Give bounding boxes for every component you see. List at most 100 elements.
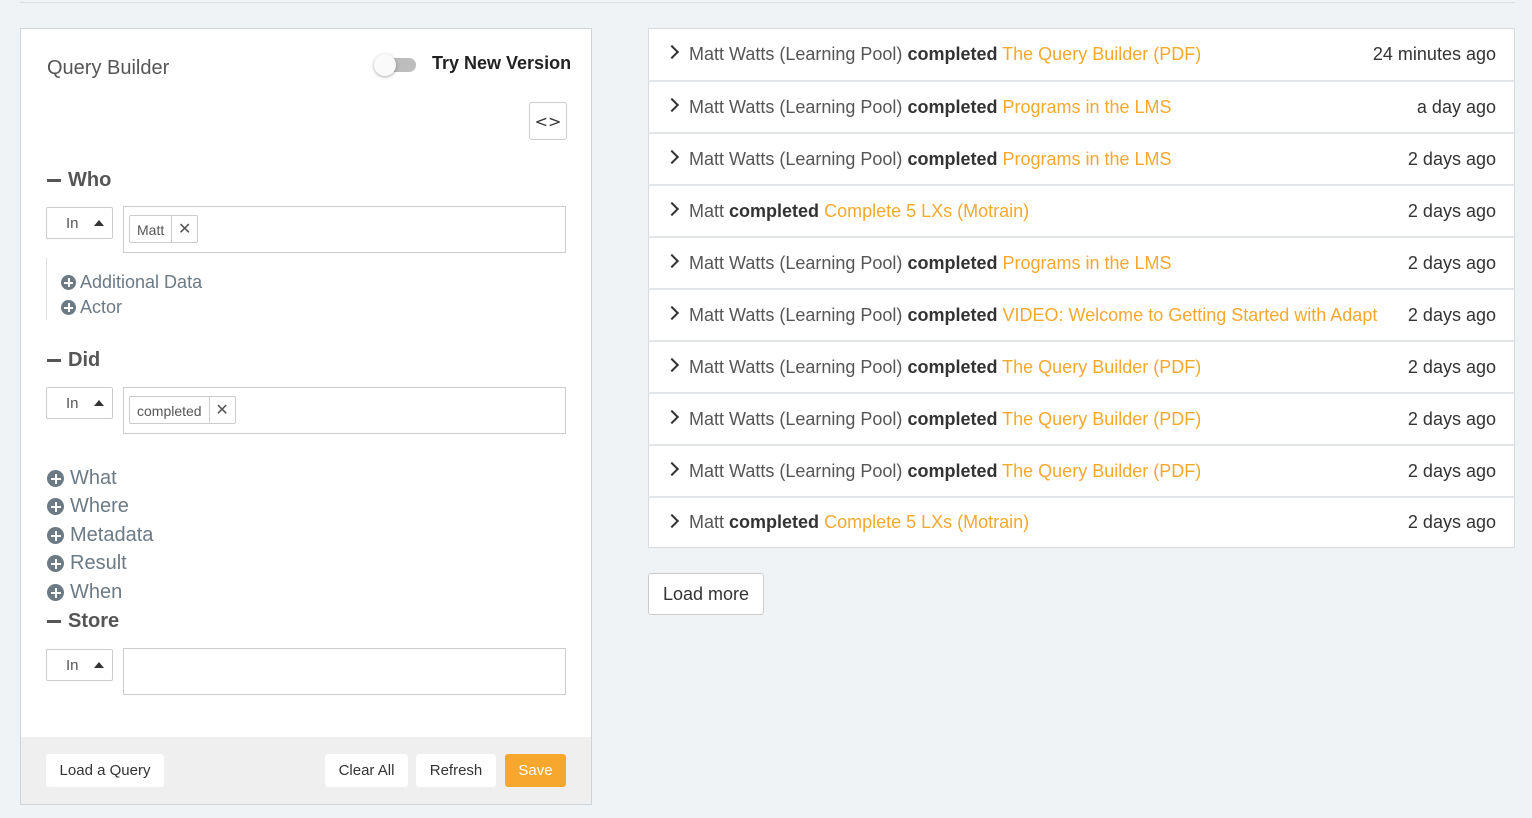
- statement-text: Matt Watts (Learning Pool) completed Pro…: [689, 97, 1172, 118]
- statement-row[interactable]: Matt Watts (Learning Pool) completed Pro…: [648, 132, 1515, 184]
- metadata-label: Metadata: [70, 524, 154, 546]
- add-when-section[interactable]: When: [47, 581, 122, 604]
- add-actor-label: Actor: [80, 297, 123, 317]
- did-tag-input[interactable]: completed ✕: [123, 387, 566, 434]
- add-actor[interactable]: Actor: [61, 297, 122, 318]
- plus-circle-icon: [47, 584, 64, 601]
- store-section-header[interactable]: Store: [47, 610, 119, 633]
- who-subsection-rule: [46, 258, 47, 320]
- statement-object[interactable]: The Query Builder (PDF): [1002, 409, 1201, 429]
- statement-verb: completed: [907, 148, 998, 169]
- statement-verb: completed: [907, 252, 998, 273]
- plus-circle-icon: [47, 527, 64, 544]
- statement-text: Matt Watts (Learning Pool) completed VID…: [689, 305, 1377, 326]
- statement-row[interactable]: Matt Watts (Learning Pool) completed Pro…: [648, 236, 1515, 288]
- chevron-right-icon[interactable]: [664, 513, 680, 529]
- chevron-right-icon[interactable]: [664, 97, 680, 113]
- statement-text: Matt Watts (Learning Pool) completed The…: [689, 409, 1201, 430]
- did-heading: Did: [68, 349, 101, 371]
- collapse-icon: [47, 179, 61, 182]
- statement-object[interactable]: Complete 5 LXs (Motrain): [824, 512, 1029, 532]
- load-more-button[interactable]: Load more: [648, 573, 764, 615]
- statement-row[interactable]: Matt Watts (Learning Pool) completed The…: [648, 28, 1515, 80]
- did-operator-select[interactable]: In: [46, 387, 113, 419]
- who-operator-value: In: [66, 215, 79, 232]
- result-label: Result: [70, 552, 127, 574]
- chevron-right-icon[interactable]: [664, 305, 680, 321]
- top-divider: [20, 2, 1515, 3]
- add-result-section[interactable]: Result: [47, 552, 127, 575]
- statement-row[interactable]: Matt Watts (Learning Pool) completed The…: [648, 392, 1515, 444]
- who-operator-select[interactable]: In: [46, 207, 113, 239]
- statement-text: Matt Watts (Learning Pool) completed Pro…: [689, 149, 1172, 170]
- save-button[interactable]: Save: [505, 754, 566, 787]
- add-metadata-section[interactable]: Metadata: [47, 524, 153, 547]
- clear-all-button[interactable]: Clear All: [325, 754, 408, 787]
- statement-object[interactable]: Complete 5 LXs (Motrain): [824, 201, 1029, 221]
- statement-actor: Matt Watts (Learning Pool): [689, 96, 903, 117]
- query-builder-title: Query Builder: [47, 57, 170, 79]
- remove-tag-icon[interactable]: ✕: [208, 397, 235, 423]
- add-additional-data[interactable]: Additional Data: [61, 272, 202, 293]
- query-builder-footer: Load a Query Clear All Refresh Save: [21, 737, 591, 804]
- statement-actor: Matt Watts (Learning Pool): [689, 148, 903, 169]
- remove-tag-icon[interactable]: ✕: [171, 216, 197, 242]
- statement-object[interactable]: Programs in the LMS: [1002, 253, 1171, 273]
- statement-text: Matt Watts (Learning Pool) completed Pro…: [689, 253, 1172, 274]
- chevron-right-icon[interactable]: [664, 201, 680, 217]
- statement-time: 2 days ago: [1407, 356, 1496, 377]
- statement-actor: Matt Watts (Learning Pool): [689, 304, 903, 325]
- who-tag-label: Matt: [137, 222, 165, 238]
- refresh-button[interactable]: Refresh: [416, 754, 496, 787]
- did-tag: completed ✕: [129, 396, 236, 424]
- chevron-right-icon[interactable]: [664, 461, 680, 477]
- statement-object[interactable]: Programs in the LMS: [1002, 149, 1171, 169]
- who-tag-input[interactable]: Matt ✕: [123, 206, 566, 253]
- statement-time: 24 minutes ago: [1372, 44, 1496, 64]
- try-new-version-toggle[interactable]: [374, 53, 418, 76]
- plus-circle-icon: [47, 470, 64, 487]
- add-where-section[interactable]: Where: [47, 495, 129, 518]
- chevron-right-icon[interactable]: [664, 44, 680, 60]
- plus-circle-icon: [61, 275, 76, 290]
- statement-row[interactable]: Matt Watts (Learning Pool) completed The…: [648, 444, 1515, 496]
- statement-row[interactable]: Matt completed Complete 5 LXs (Motrain) 2…: [648, 496, 1515, 548]
- statement-object[interactable]: Programs in the LMS: [1002, 97, 1171, 117]
- statement-time: 2 days ago: [1407, 252, 1496, 273]
- did-section-header[interactable]: Did: [47, 349, 100, 372]
- statement-object[interactable]: The Query Builder (PDF): [1002, 461, 1201, 481]
- store-operator-select[interactable]: In: [46, 649, 113, 681]
- did-tag-label: completed: [137, 403, 202, 419]
- statement-object[interactable]: The Query Builder (PDF): [1002, 357, 1201, 377]
- when-label: When: [70, 581, 123, 603]
- try-new-version-label: Try New Version: [432, 53, 572, 73]
- did-operator-value: In: [66, 395, 79, 412]
- code-icon: <>: [534, 111, 562, 131]
- chevron-right-icon[interactable]: [664, 149, 680, 165]
- chevron-right-icon[interactable]: [664, 253, 680, 269]
- statement-actor: Matt Watts (Learning Pool): [689, 252, 903, 273]
- add-what-section[interactable]: What: [47, 467, 117, 490]
- statement-row[interactable]: Matt Watts (Learning Pool) completed VID…: [648, 288, 1515, 340]
- who-section-header[interactable]: Who: [47, 169, 111, 192]
- statement-row[interactable]: Matt Watts (Learning Pool) completed Pro…: [648, 80, 1515, 132]
- statement-object[interactable]: The Query Builder (PDF): [1002, 44, 1201, 64]
- store-operator-value: In: [66, 657, 79, 674]
- statement-verb: completed: [907, 304, 998, 325]
- chevron-right-icon[interactable]: [664, 357, 680, 373]
- code-view-button[interactable]: <>: [529, 102, 567, 140]
- statement-row[interactable]: Matt Watts (Learning Pool) completed The…: [648, 340, 1515, 392]
- statement-actor: Matt Watts (Learning Pool): [689, 356, 903, 377]
- statement-row[interactable]: Matt completed Complete 5 LXs (Motrain) 2…: [648, 184, 1515, 236]
- caret-up-icon: [94, 662, 104, 668]
- add-additional-data-label: Additional Data: [80, 272, 203, 292]
- statement-time: 2 days ago: [1407, 460, 1496, 481]
- statement-object[interactable]: VIDEO: Welcome to Getting Started with A…: [1002, 305, 1377, 325]
- statement-actor: Matt: [689, 200, 725, 221]
- store-tag-input[interactable]: [123, 648, 566, 695]
- statement-text: Matt Watts (Learning Pool) completed The…: [689, 44, 1201, 65]
- statement-time: 2 days ago: [1407, 200, 1496, 221]
- load-query-button[interactable]: Load a Query: [46, 754, 164, 787]
- statement-verb: completed: [907, 460, 998, 481]
- chevron-right-icon[interactable]: [664, 409, 680, 425]
